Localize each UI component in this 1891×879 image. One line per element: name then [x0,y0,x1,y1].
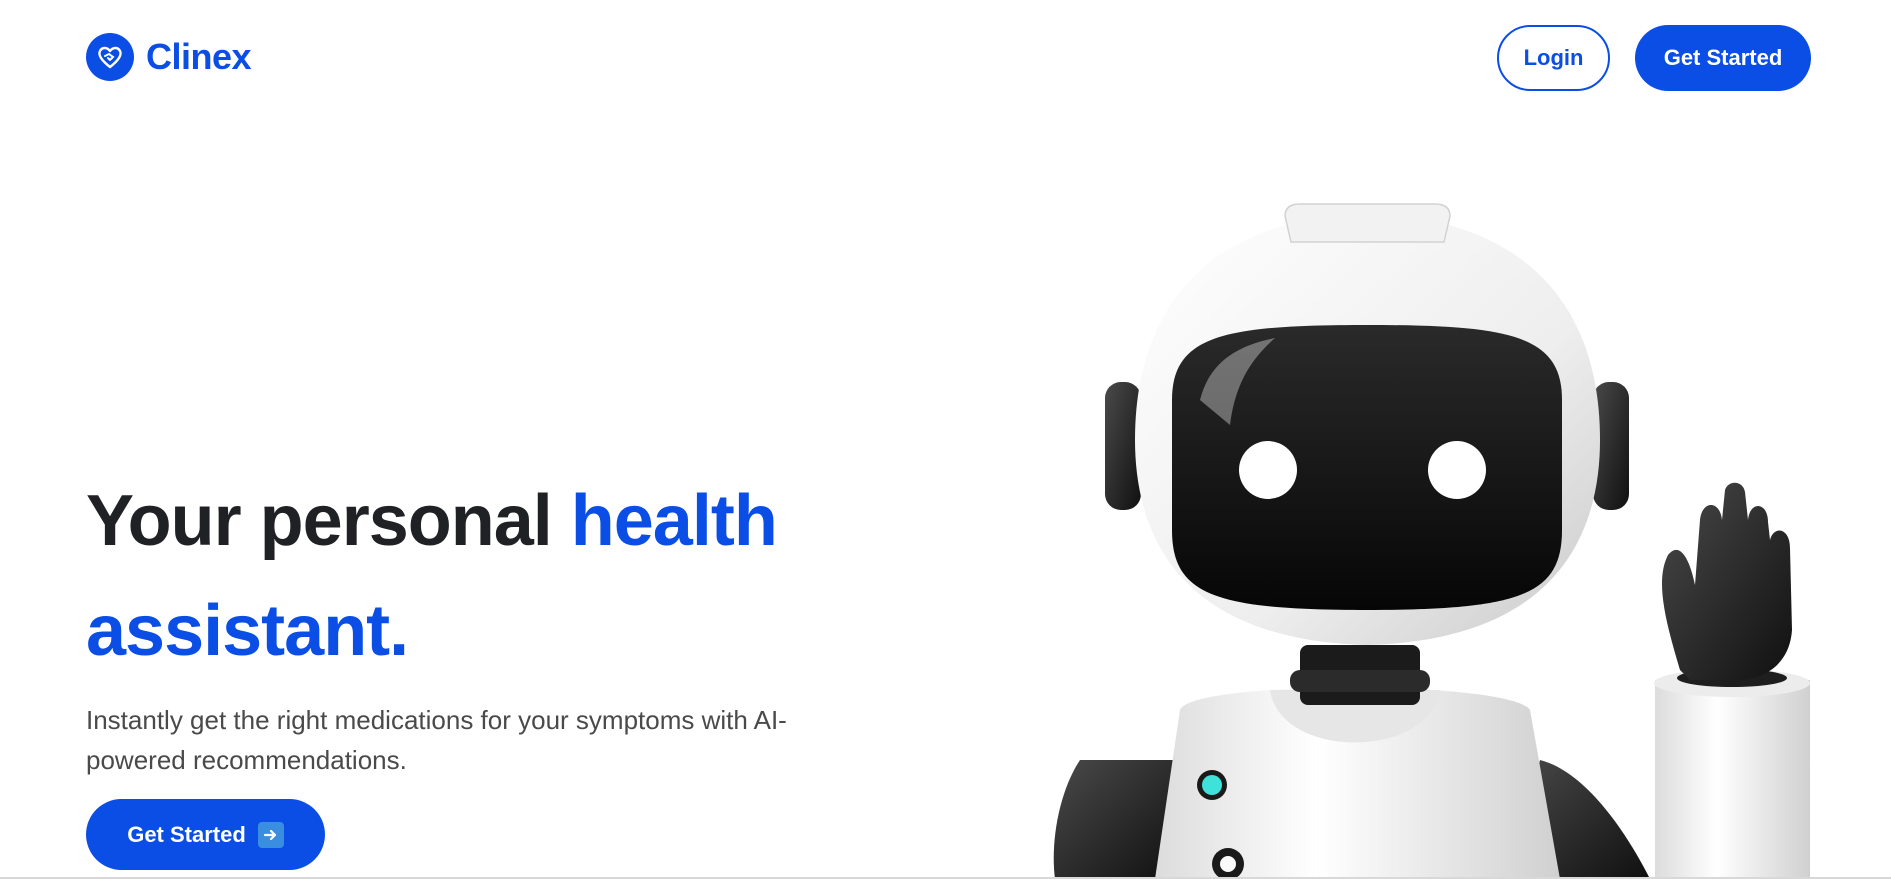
top-navbar: Clinex Login Get Started [0,0,1891,116]
heart-handshake-logo-icon [86,33,134,81]
hero-get-started-button[interactable]: Get Started [86,799,325,870]
header-get-started-button[interactable]: Get Started [1635,25,1811,91]
hero-title: Your personal health assistant. [86,466,986,686]
hero-title-part1: Your personal [86,481,571,561]
hero-get-started-label: Get Started [127,821,246,847]
landing-page: Clinex Login Get Started Your personal h… [0,0,1891,879]
brand[interactable]: Clinex [86,33,252,81]
login-button[interactable]: Login [1497,25,1610,91]
brand-name: Clinex [146,36,252,77]
waving-robot-illustration [1053,203,1810,879]
arrow-right-icon [257,821,284,848]
hero-subtitle: Instantly get the right medications for … [86,705,787,775]
